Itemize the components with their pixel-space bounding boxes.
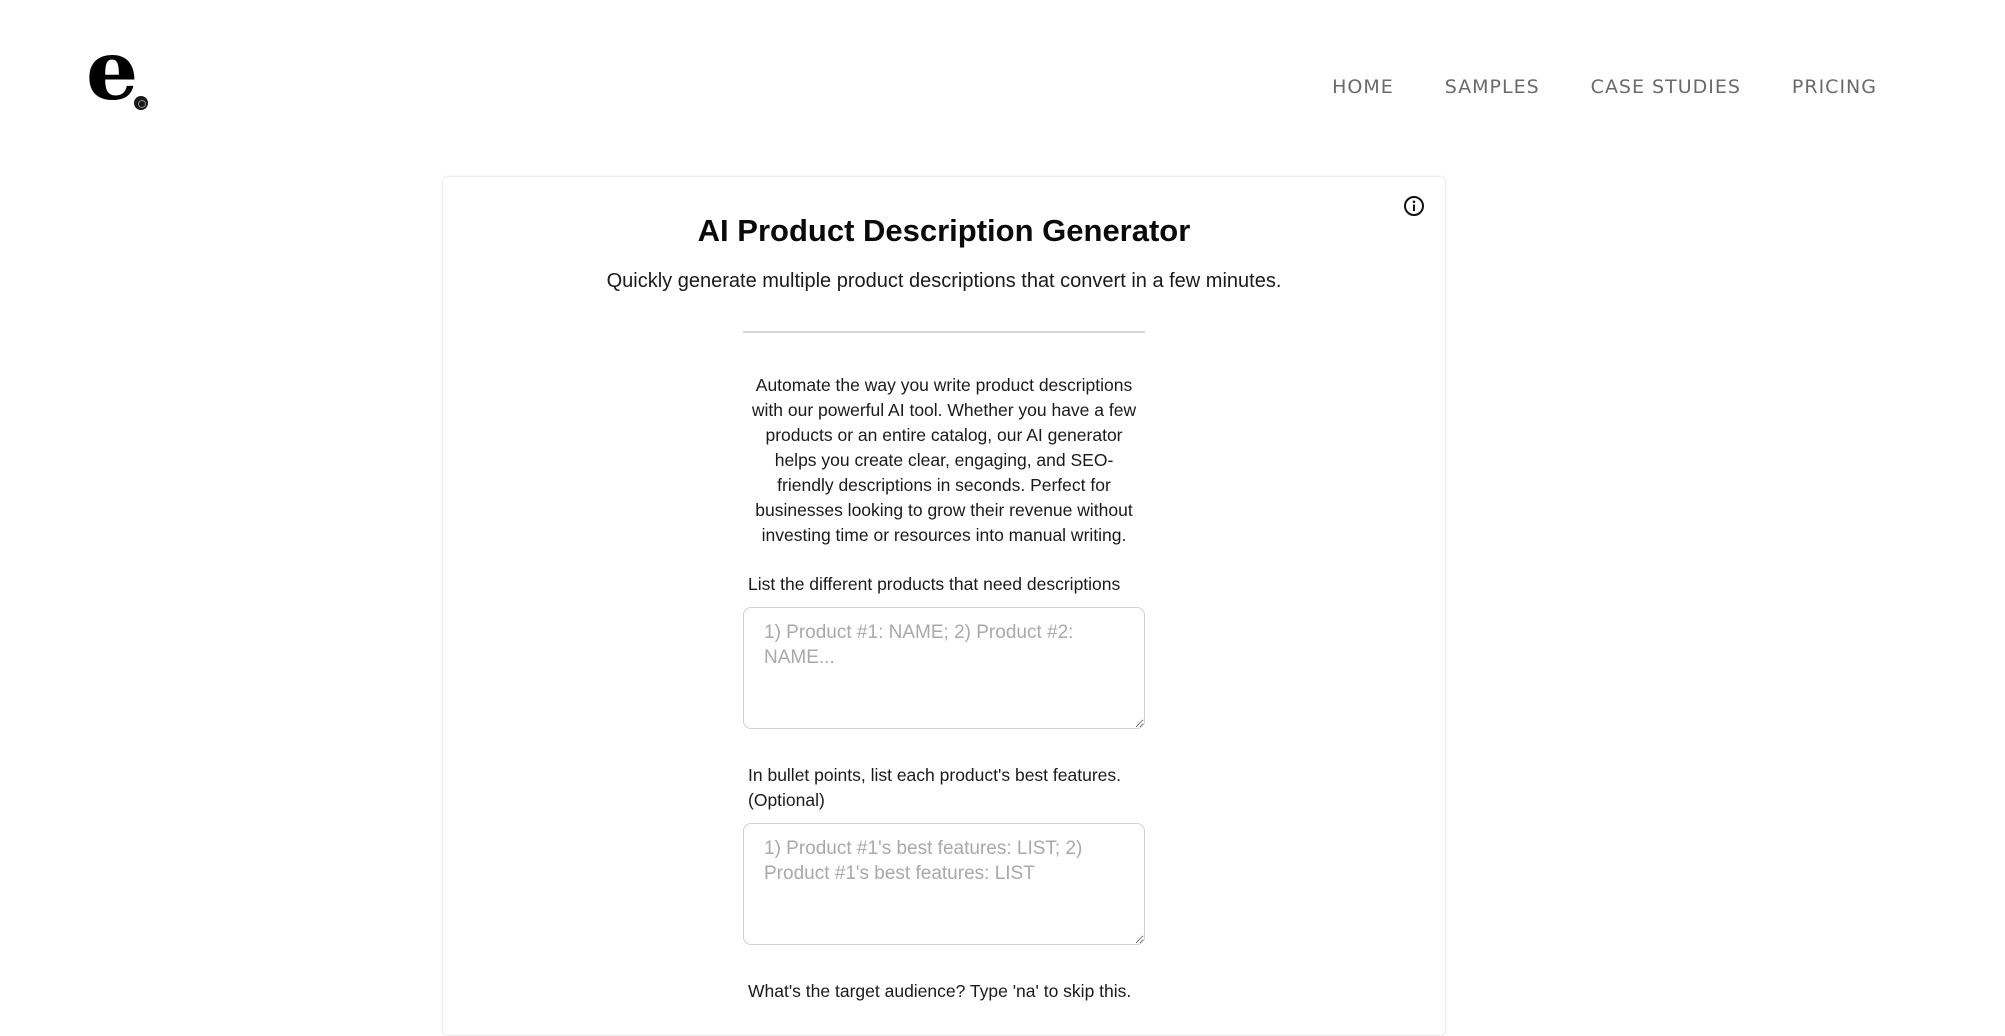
products-input[interactable] bbox=[743, 607, 1145, 729]
intro-text: Automate the way you write product descr… bbox=[751, 375, 1137, 545]
nav-case-studies-link[interactable]: CASE STUDIES bbox=[1591, 76, 1741, 98]
audience-label: What's the target audience? Type 'na' to… bbox=[748, 981, 1132, 1001]
features-input[interactable] bbox=[743, 823, 1145, 945]
products-label: List the different products that need de… bbox=[748, 574, 1121, 594]
logo-dot-icon bbox=[134, 96, 148, 110]
nav-pricing-link[interactable]: PRICING bbox=[1792, 76, 1877, 98]
divider bbox=[743, 331, 1145, 333]
features-label: In bullet points, list each product's be… bbox=[748, 765, 1121, 810]
page-title: AI Product Description Generator bbox=[697, 213, 1191, 248]
main-nav: HOME SAMPLES CASE STUDIES PRICING bbox=[1332, 76, 1877, 98]
nav-home-link[interactable]: HOME bbox=[1332, 76, 1394, 98]
nav-samples-link[interactable]: SAMPLES bbox=[1445, 76, 1540, 98]
generator-form: Automate the way you write product descr… bbox=[743, 373, 1145, 1014]
generator-card: AI Product Description Generator Quickly… bbox=[442, 176, 1446, 1036]
page-subtitle: Quickly generate multiple product descri… bbox=[606, 270, 1282, 292]
site-logo[interactable]: e bbox=[86, 30, 156, 122]
logo-letter: e bbox=[86, 23, 139, 119]
